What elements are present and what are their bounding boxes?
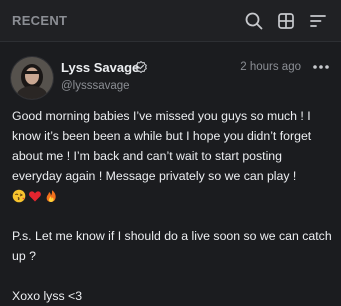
more-horizontal-icon[interactable] <box>311 62 331 72</box>
feed-header: RECENT <box>0 0 341 42</box>
red-heart-emoji <box>28 189 42 203</box>
sort-icon[interactable] <box>308 11 328 31</box>
post-timestamp: 2 hours ago <box>240 61 301 73</box>
fire-emoji <box>44 189 58 203</box>
post-paragraph: P.s. Let me know if I should do a live s… <box>12 229 332 263</box>
emoji-row <box>12 186 334 206</box>
grid-view-icon[interactable] <box>276 11 296 31</box>
post-signoff: Xoxo lyss <3 <box>12 289 83 303</box>
avatar[interactable] <box>11 57 53 99</box>
search-icon[interactable] <box>244 11 264 31</box>
section-title: RECENT <box>12 13 68 28</box>
post-paragraph: Good morning babies I’ve missed you guys… <box>12 109 312 183</box>
kissing-face-emoji <box>12 189 26 203</box>
verified-check-icon <box>134 60 148 74</box>
author-handle[interactable]: @lysssavage <box>61 80 130 92</box>
author-name[interactable]: Lyss Savage <box>61 60 139 75</box>
post-body: Good morning babies I’ve missed you guys… <box>12 106 334 306</box>
